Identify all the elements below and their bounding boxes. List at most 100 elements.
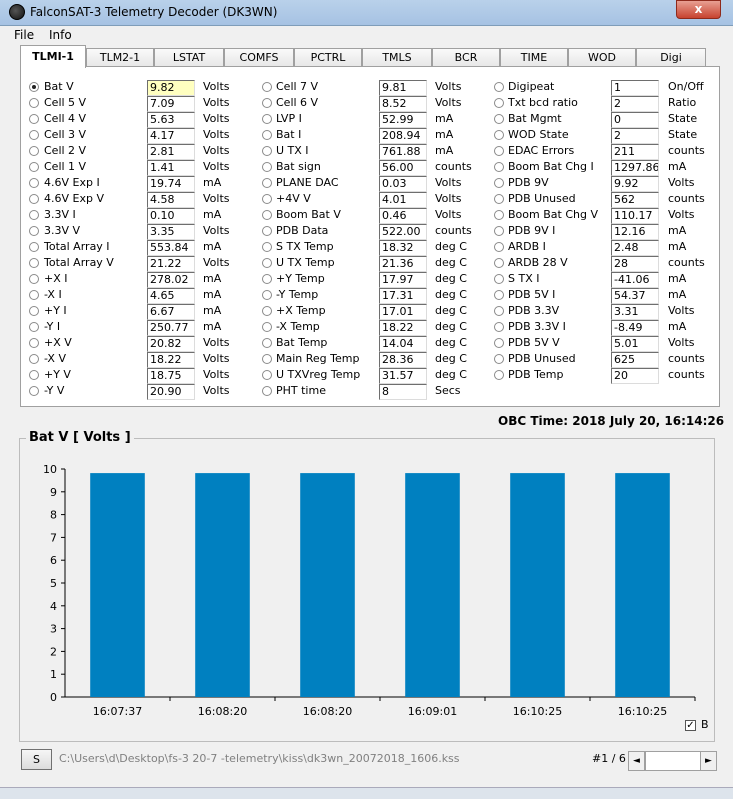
radio-cell-1-v[interactable]: [29, 162, 39, 172]
unit-x-i: mA: [203, 272, 222, 285]
radio-cell-7-v[interactable]: [262, 82, 272, 92]
label-x-v: +X V: [44, 336, 72, 349]
radio-y-v[interactable]: [29, 370, 39, 380]
unit-4v-v: Volts: [435, 192, 462, 205]
radio-main-reg-temp[interactable]: [262, 354, 272, 364]
radio-lvp-i[interactable]: [262, 114, 272, 124]
label-pdb-5v-v: PDB 5V V: [508, 336, 560, 349]
radio-pdb-temp[interactable]: [494, 370, 504, 380]
radio-boom-bat-chg-v[interactable]: [494, 210, 504, 220]
radio-x-i[interactable]: [29, 290, 39, 300]
radio-pdb-3-3v[interactable]: [494, 306, 504, 316]
y-tick-label: 3: [50, 623, 57, 636]
radio-total-array-i[interactable]: [29, 242, 39, 252]
tab-comfs[interactable]: COMFS: [224, 48, 294, 67]
radio-boom-bat-v[interactable]: [262, 210, 272, 220]
x-tick-label: 16:08:20: [303, 705, 352, 718]
radio-digipeat[interactable]: [494, 82, 504, 92]
close-button[interactable]: x: [676, 0, 721, 19]
radio-pdb-unused[interactable]: [494, 354, 504, 364]
tab-tlm2-1[interactable]: TLM2-1: [86, 48, 154, 67]
radio-x-temp[interactable]: [262, 306, 272, 316]
label-pdb-data: PDB Data: [276, 224, 329, 237]
radio-pdb-9v[interactable]: [494, 178, 504, 188]
value-u-tx-i: 761.88: [379, 144, 427, 160]
label-pdb-unused: PDB Unused: [508, 352, 576, 365]
app-icon[interactable]: [9, 4, 25, 20]
radio-plane-dac[interactable]: [262, 178, 272, 188]
label-3-3v-i: 3.3V I: [44, 208, 76, 221]
legend-checkbox[interactable]: ✓: [685, 720, 696, 731]
radio-y-v[interactable]: [29, 386, 39, 396]
radio-cell-3-v[interactable]: [29, 130, 39, 140]
y-tick-label: 1: [50, 668, 57, 681]
radio-3-3v-v[interactable]: [29, 226, 39, 236]
tab-digi[interactable]: Digi: [636, 48, 706, 67]
radio-boom-bat-chg-i[interactable]: [494, 162, 504, 172]
menu-file[interactable]: File: [14, 28, 34, 42]
radio-y-temp[interactable]: [262, 274, 272, 284]
bar: [510, 473, 565, 697]
radio-x-v[interactable]: [29, 354, 39, 364]
radio-txt-bcd-ratio[interactable]: [494, 98, 504, 108]
radio-bat-v[interactable]: [29, 82, 39, 92]
radio-4-6v-exp-v[interactable]: [29, 194, 39, 204]
radio-y-temp[interactable]: [262, 290, 272, 300]
tab-lstat[interactable]: LSTAT: [154, 48, 224, 67]
radio-u-txvreg-temp[interactable]: [262, 370, 272, 380]
radio-cell-5-v[interactable]: [29, 98, 39, 108]
unit-pdb-5v-v: Volts: [668, 336, 695, 349]
radio-x-v[interactable]: [29, 338, 39, 348]
radio-wod-state[interactable]: [494, 130, 504, 140]
radio-3-3v-i[interactable]: [29, 210, 39, 220]
value-pdb-3-3v: 3.31: [611, 304, 659, 320]
radio-cell-6-v[interactable]: [262, 98, 272, 108]
radio-bat-i[interactable]: [262, 130, 272, 140]
tab-wod[interactable]: WOD: [568, 48, 636, 67]
radio-4-6v-exp-i[interactable]: [29, 178, 39, 188]
radio-x-temp[interactable]: [262, 322, 272, 332]
scroll-right-arrow[interactable]: ►: [700, 751, 717, 771]
radio-bat-sign[interactable]: [262, 162, 272, 172]
value-pdb-unused: 562: [611, 192, 659, 208]
radio-y-i[interactable]: [29, 306, 39, 316]
radio-x-i[interactable]: [29, 274, 39, 284]
unit-cell-6-v: Volts: [435, 96, 462, 109]
label-pdb-3-3v: PDB 3.3V: [508, 304, 560, 317]
radio-u-tx-i[interactable]: [262, 146, 272, 156]
radio-s-tx-i[interactable]: [494, 274, 504, 284]
unit-pdb-9v: Volts: [668, 176, 695, 189]
value-boom-bat-chg-v: 110.17: [611, 208, 659, 224]
radio-pdb-data[interactable]: [262, 226, 272, 236]
radio-bat-mgmt[interactable]: [494, 114, 504, 124]
radio-4v-v[interactable]: [262, 194, 272, 204]
tab-tlmi-1[interactable]: TLMI-1: [20, 45, 86, 68]
radio-ardb-i[interactable]: [494, 242, 504, 252]
radio-pdb-5v-v[interactable]: [494, 338, 504, 348]
radio-y-i[interactable]: [29, 322, 39, 332]
value-3-3v-v: 3.35: [147, 224, 195, 240]
tab-bcr[interactable]: BCR: [432, 48, 500, 67]
radio-cell-4-v[interactable]: [29, 114, 39, 124]
radio-pdb-9v-i[interactable]: [494, 226, 504, 236]
radio-pht-time[interactable]: [262, 386, 272, 396]
menu-info[interactable]: Info: [49, 28, 72, 42]
s-button[interactable]: S: [21, 749, 52, 770]
radio-s-tx-temp[interactable]: [262, 242, 272, 252]
radio-ardb-28-v[interactable]: [494, 258, 504, 268]
tab-pctrl[interactable]: PCTRL: [294, 48, 362, 67]
tab-tmls[interactable]: TMLS: [362, 48, 432, 67]
radio-edac-errors[interactable]: [494, 146, 504, 156]
radio-pdb-3-3v-i[interactable]: [494, 322, 504, 332]
value-main-reg-temp: 28.36: [379, 352, 427, 368]
radio-pdb-5v-i[interactable]: [494, 290, 504, 300]
radio-u-tx-temp[interactable]: [262, 258, 272, 268]
scroll-track[interactable]: [645, 751, 701, 771]
radio-bat-temp[interactable]: [262, 338, 272, 348]
radio-total-array-v[interactable]: [29, 258, 39, 268]
scroll-left-arrow[interactable]: ◄: [628, 751, 645, 771]
unit-lvp-i: mA: [435, 112, 454, 125]
radio-cell-2-v[interactable]: [29, 146, 39, 156]
radio-pdb-unused[interactable]: [494, 194, 504, 204]
tab-time[interactable]: TIME: [500, 48, 568, 67]
